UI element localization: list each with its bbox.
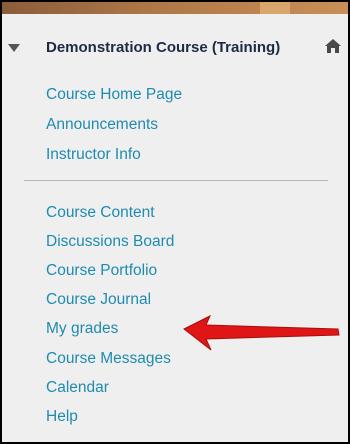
menu-item-my-grades[interactable]: My grades [46,320,118,338]
menu-item-course-journal[interactable]: Course Journal [46,291,151,309]
course-title[interactable]: Demonstration Course (Training) [46,38,306,57]
menu-item-help[interactable]: Help [46,408,78,426]
course-menu-panel: Demonstration Course (Training) Course H… [0,0,350,444]
menu-item-calendar[interactable]: Calendar [46,379,109,397]
top-banner-highlight [260,2,290,14]
menu-item-course-content[interactable]: Course Content [46,204,155,222]
menu-item-instructor-info[interactable]: Instructor Info [46,146,141,164]
home-icon[interactable] [324,38,342,54]
menu-item-course-messages[interactable]: Course Messages [46,350,171,368]
red-arrow-icon [183,314,340,351]
top-banner [2,2,348,14]
menu-item-course-portfolio[interactable]: Course Portfolio [46,262,157,280]
menu-divider [24,180,328,181]
menu-item-course-home-page[interactable]: Course Home Page [46,86,182,104]
menu-item-announcements[interactable]: Announcements [46,116,158,134]
menu-item-discussions-board[interactable]: Discussions Board [46,233,174,251]
caret-down-icon[interactable] [8,44,20,52]
